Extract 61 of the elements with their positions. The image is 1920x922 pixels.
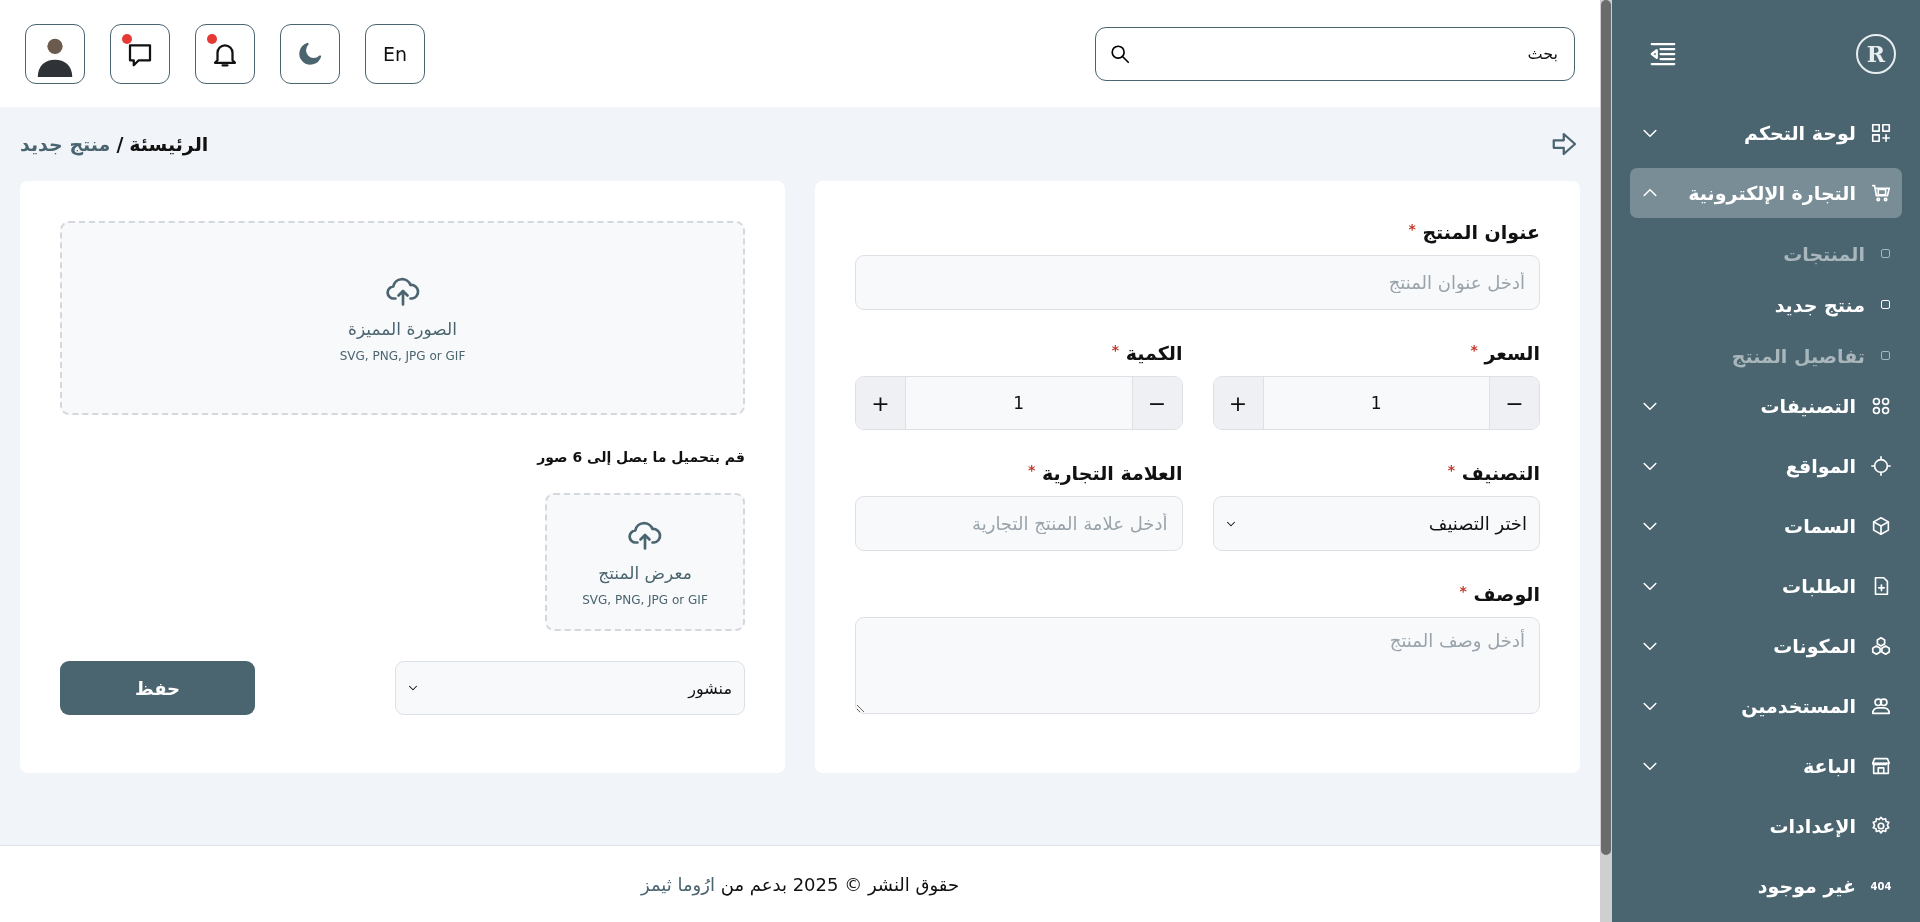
logo: R [1856, 34, 1896, 74]
description-field[interactable]: أدخل وصف المنتج [855, 617, 1540, 714]
copyright-text: حقوق النشر © 2025 بدعم من ارُوما ثيمز [640, 873, 960, 895]
field-label: الكمية * [1110, 342, 1183, 366]
number-stepper[interactable]: − 1 + [1212, 376, 1540, 430]
gear-icon [1870, 815, 1892, 837]
decrement-button[interactable]: − [1131, 377, 1182, 429]
not-found-label: 404 [1870, 880, 1892, 892]
submenu-item[interactable]: منتج جديد [1630, 279, 1902, 330]
sidebar-item[interactable]: الباعة [1630, 741, 1902, 791]
status-select[interactable]: منشور [395, 661, 745, 715]
sidebar-item[interactable]: لوحة التحكم [1630, 108, 1902, 158]
breadcrumb-current: منتج جديد [20, 133, 111, 155]
users-icon [1870, 695, 1892, 717]
upload-note: قم بتحميل ما يصل إلى 6 صور [535, 449, 745, 465]
bullet-icon [1881, 249, 1890, 258]
breadcrumb-link[interactable]: الرئيسئة [129, 133, 209, 155]
field-label: التصنيف * [1446, 462, 1540, 486]
file-types: SVG, PNG, JPG or GIF [339, 349, 466, 363]
search-icon [1109, 42, 1131, 65]
field-label: السعر * [1469, 342, 1540, 366]
theme-button[interactable] [280, 23, 340, 84]
dashboard-icon [1870, 122, 1892, 144]
save-button[interactable]: حفظ [60, 661, 255, 715]
sidebar-item[interactable]: المكونات [1630, 621, 1902, 671]
sidebar-item[interactable]: الإعدادات [1630, 801, 1902, 851]
number-stepper[interactable]: − 1 + [855, 376, 1183, 430]
cart-icon [1870, 182, 1892, 204]
stepper-value: 1 [1012, 392, 1026, 415]
upload-title: معرض المنتج [598, 563, 692, 583]
sidebar-item[interactable]: المواقع [1630, 441, 1902, 491]
file-types: SVG, PNG, JPG or GIF [582, 593, 708, 607]
field-label: عنوان المنتج * [1407, 221, 1540, 245]
crosshair-icon [1870, 455, 1892, 477]
bullet-icon [1881, 351, 1890, 360]
sidebar-item[interactable]: المستخدمين [1630, 681, 1902, 731]
decrement-button[interactable]: − [1489, 377, 1539, 429]
breadcrumb-separator: / [116, 133, 124, 155]
category-select[interactable]: اختر التصنيف [1212, 496, 1540, 551]
footer-link[interactable]: ارُوما ثيمز [640, 873, 715, 895]
sidebar-item[interactable]: الطلبات [1630, 561, 1902, 611]
scrollbar[interactable] [1600, 0, 1612, 922]
field-label: الوصف * [1458, 583, 1540, 607]
categories-icon [1870, 395, 1892, 417]
sidebar-item[interactable]: التصنيفات [1630, 381, 1902, 431]
field-label: العلامة التجارية * [1027, 462, 1183, 486]
language-button[interactable]: En [365, 23, 425, 84]
messages-button[interactable] [110, 23, 170, 84]
notifications-button[interactable] [195, 23, 255, 84]
sidebar-item[interactable]: التجارة الإلكترونية [1630, 168, 1902, 218]
blocks-icon [1870, 635, 1892, 657]
cube-icon [1870, 515, 1892, 537]
search-field[interactable]: بحث [1095, 26, 1575, 81]
profile-button[interactable] [25, 23, 85, 84]
increment-button[interactable]: + [1213, 377, 1264, 429]
increment-button[interactable]: + [856, 377, 906, 429]
sidebar-item[interactable]: السمات [1630, 501, 1902, 551]
bullet-icon [1881, 300, 1890, 309]
store-icon [1870, 755, 1892, 777]
upload-title: الصورة المميزة [348, 319, 457, 339]
stepper-value: 1 [1369, 392, 1383, 415]
